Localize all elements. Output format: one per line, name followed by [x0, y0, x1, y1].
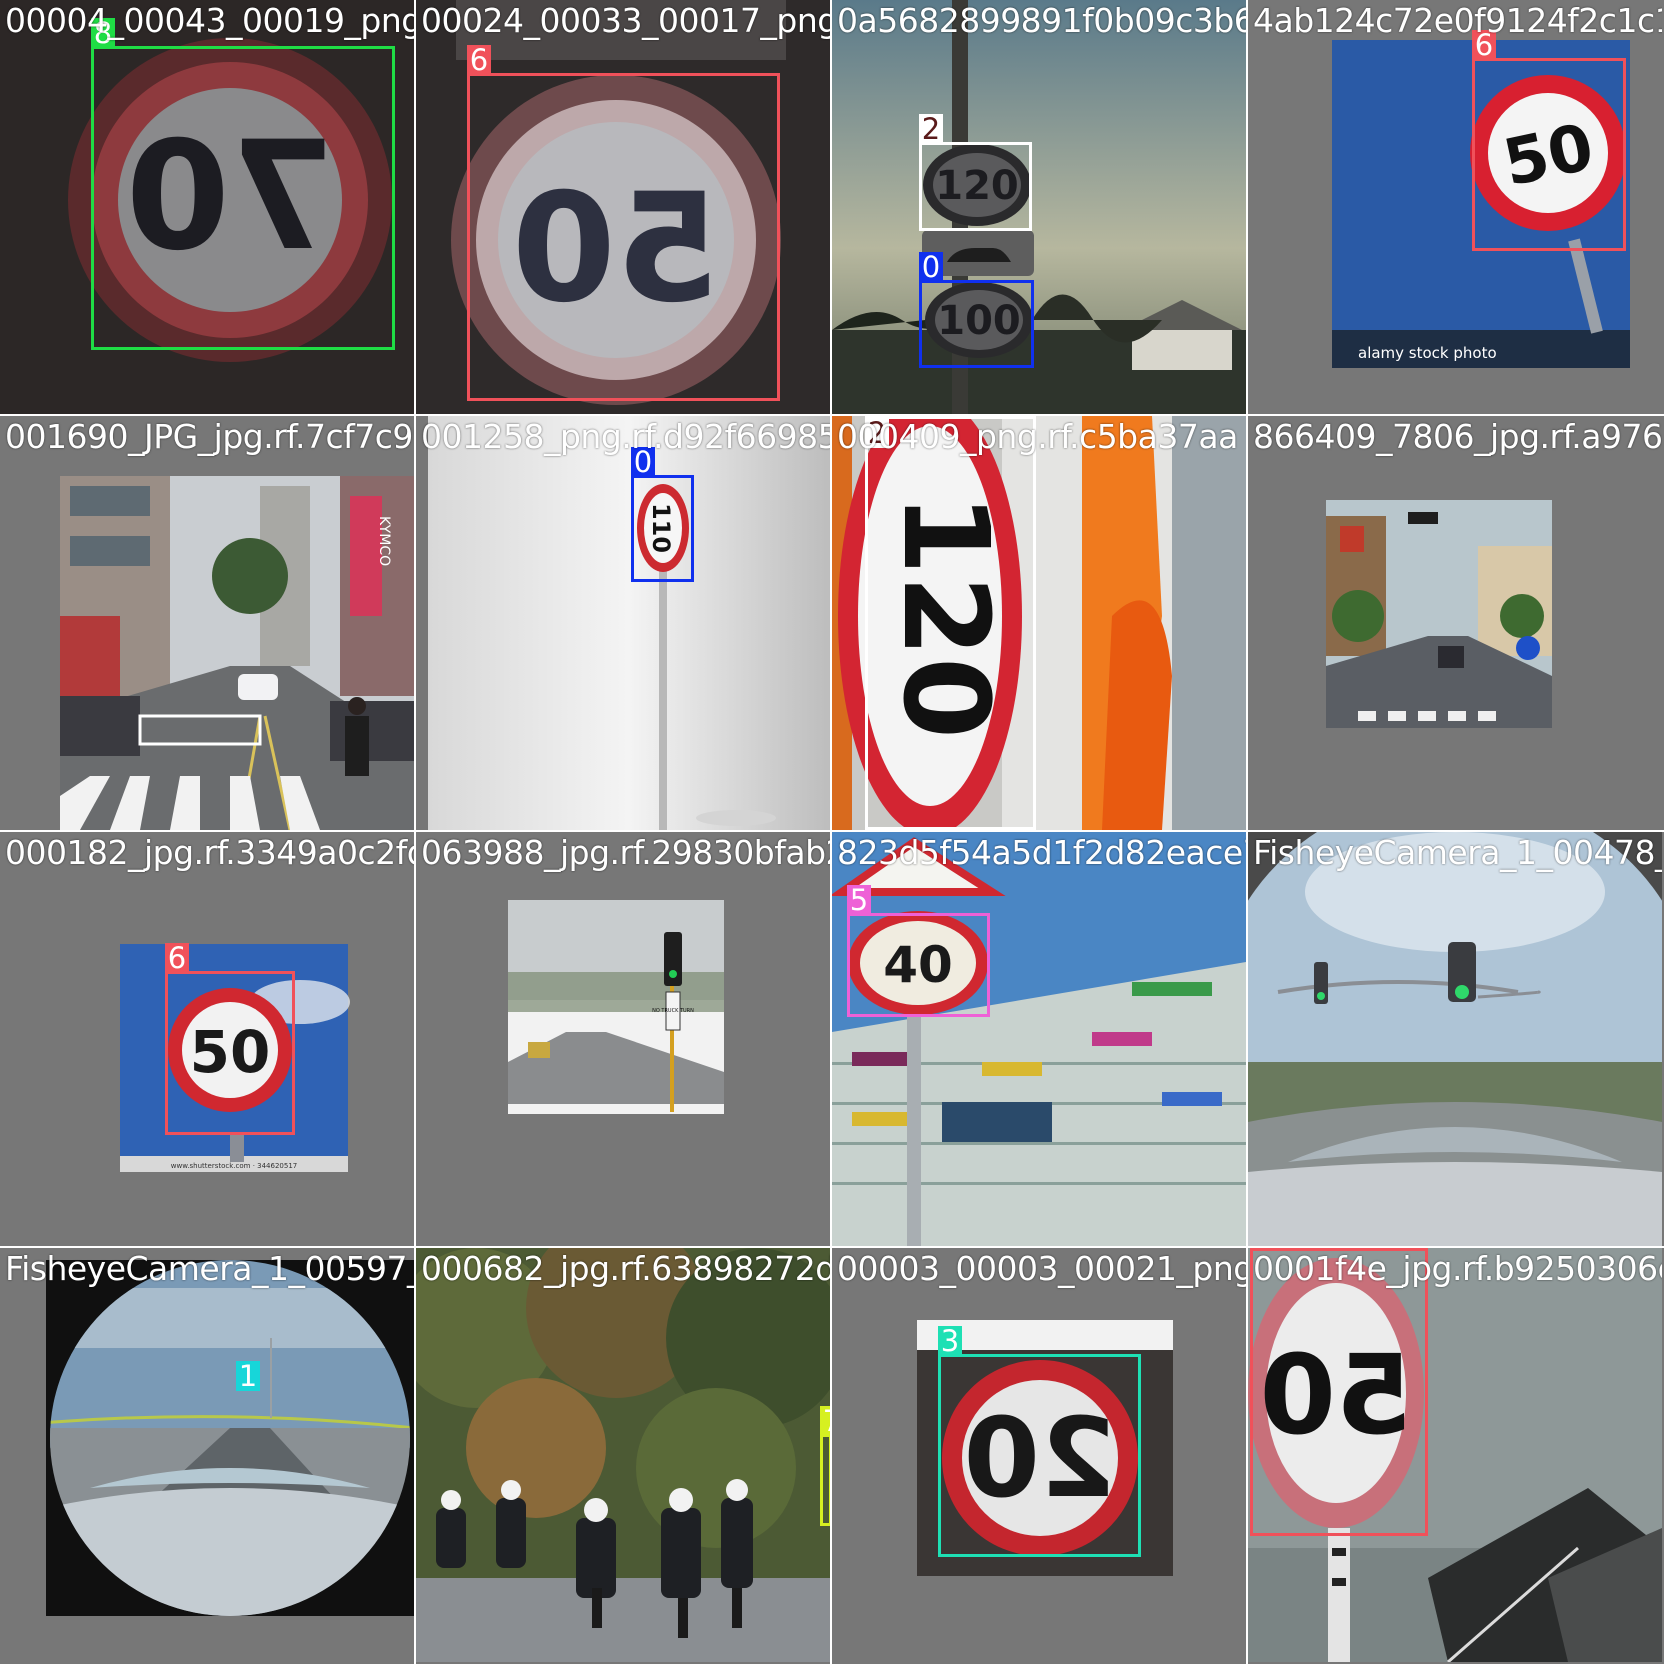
class-label: 0 — [919, 252, 943, 282]
tile-4: alamy stock photo 50 6 4ab124c72e0f9124f… — [1248, 0, 1662, 414]
tile-15: 20 3 00003_00003_00021_png.rf.0d0b4a0e2 — [832, 1248, 1246, 1662]
filename: 000182_jpg.rf.3349a0c2fdac063988bdb4f298… — [5, 833, 414, 872]
class-label: 5 — [847, 885, 871, 915]
filename: 00004_00043_00019_png.rf.6d6c4a6f8e08e1 — [5, 1, 414, 40]
tile-image: 40 — [832, 832, 1246, 1246]
class-label: 6 — [165, 943, 189, 973]
tile-6: 110 0 001258_png.rf.d92f6698501401f2d9bc… — [416, 416, 830, 830]
grid-divider — [1246, 0, 1248, 1664]
filename: 001258_png.rf.d92f6698501401f2d9bcc5ba37… — [421, 417, 830, 456]
tile-8: 866409_7806_jpg.rf.a976437 — [1248, 416, 1662, 830]
tile-image: NO TRUCK TURN — [416, 832, 830, 1246]
tile-14: 7 000682_jpg.rf.63898272db85b9a0c3a — [416, 1248, 830, 1662]
tile-5: KYMCO 001690_JPG_jpg.rf.7cf7c9900e2550b2… — [0, 416, 414, 830]
tile-9: www.shutterstock.com · 344620517 50 6 00… — [0, 832, 414, 1246]
filename: 0001f4e_jpg.rf.b9250306cf66 — [1253, 1249, 1662, 1288]
bbox: 7 — [820, 1406, 830, 1526]
class-label: 7 — [820, 1406, 830, 1436]
grid-divider — [0, 414, 1664, 416]
tile-12: FisheyeCamera_1_00478_png — [1248, 832, 1662, 1246]
tile-image — [1248, 832, 1662, 1246]
tile-image: 110 — [416, 416, 830, 830]
bbox: 0 — [919, 252, 1034, 368]
filename: 00024_00033_00017_png.rf.0b0e3d0b0e3d — [421, 1, 830, 40]
bbox: 8 — [91, 18, 395, 350]
shop-sign: KYMCO — [376, 516, 392, 566]
tile-image — [416, 1248, 830, 1662]
bbox: 6 — [467, 45, 780, 401]
bbox: 1 — [236, 1361, 260, 1391]
bbox: 0 — [631, 447, 694, 582]
filename: 001690_JPG_jpg.rf.7cf7c9900e2550b2f8faf0 — [5, 417, 414, 456]
tile-image — [1248, 416, 1662, 830]
watermark: alamy stock photo — [1358, 344, 1497, 362]
tile-10: NO TRUCK TURN 063988_jpg.rf.29830bfab285 — [416, 832, 830, 1246]
filename: FisheyeCamera_1_00478_png — [1253, 833, 1662, 872]
class-label: 6 — [467, 45, 491, 75]
grid-divider — [830, 0, 832, 1664]
bbox: 5 — [847, 885, 990, 1017]
class-label: 1 — [236, 1361, 260, 1391]
filename: 866409_7806_jpg.rf.a976437 — [1253, 417, 1662, 456]
class-label: 3 — [938, 1326, 962, 1356]
tile-image — [0, 1248, 414, 1662]
filename: FisheyeCamera_1_00597_png.rf.00068272db8… — [5, 1249, 414, 1288]
mosaic-grid: 7 0 8 00004_00043_00019_png.rf.6d6c4a6f8e… — [0, 0, 1664, 1664]
tile-image: KYMCO — [0, 416, 414, 830]
bbox: 2 — [865, 416, 1036, 830]
tile-16: 50 6 0001f4e_jpg.rf.b9250306cf66 — [1248, 1248, 1662, 1662]
filename: 000682_jpg.rf.63898272db85b9a0c3a — [421, 1249, 830, 1288]
tile-7: 120 2 000409_png.rf.c5ba37aa — [832, 416, 1246, 830]
tile-13: 1 FisheyeCamera_1_00597_png.rf.00068272d… — [0, 1248, 414, 1662]
filename: 823d5f54a5d1f2d82eace7f30fe3b — [837, 833, 1246, 872]
grid-divider — [0, 830, 1664, 832]
bbox: 6 — [1250, 1248, 1428, 1536]
filename: 000409_png.rf.c5ba37aa — [837, 417, 1238, 456]
filename: 0a5682899891f0b09c3b662fa0a0e0fd — [837, 1, 1246, 40]
watermark: www.shutterstock.com · 344620517 — [171, 1162, 297, 1170]
grid-divider — [414, 0, 416, 1664]
tile-3: 120 100 2 0 0a5682899891f0b09c3b662fa0a0… — [832, 0, 1246, 414]
filename: 00003_00003_00021_png.rf.0d0b4a0e2 — [837, 1249, 1246, 1288]
filename: 4ab124c72e0f9124f2c1c1da — [1253, 1, 1662, 40]
tile-11: 40 5 823d5f54a5d1f2d82eace7f30fe3b — [832, 832, 1246, 1246]
bbox: 3 — [938, 1326, 1141, 1557]
filename: 063988_jpg.rf.29830bfab285 — [421, 833, 830, 872]
tile-2: 50 6 00024_00033_00017_png.rf.0b0e3d0b0e… — [416, 0, 830, 414]
sign-text: NO TRUCK TURN — [652, 1008, 694, 1014]
class-label: 2 — [919, 114, 943, 144]
bbox: 2 — [919, 114, 1032, 231]
tile-image: 120 100 — [832, 0, 1246, 414]
bbox: 6 — [165, 943, 295, 1135]
bbox: 6 — [1472, 30, 1626, 251]
grid-divider — [0, 1246, 1664, 1248]
tile-1: 70 8 00004_00043_00019_png.rf.6d6c4a6f8e… — [0, 0, 414, 414]
